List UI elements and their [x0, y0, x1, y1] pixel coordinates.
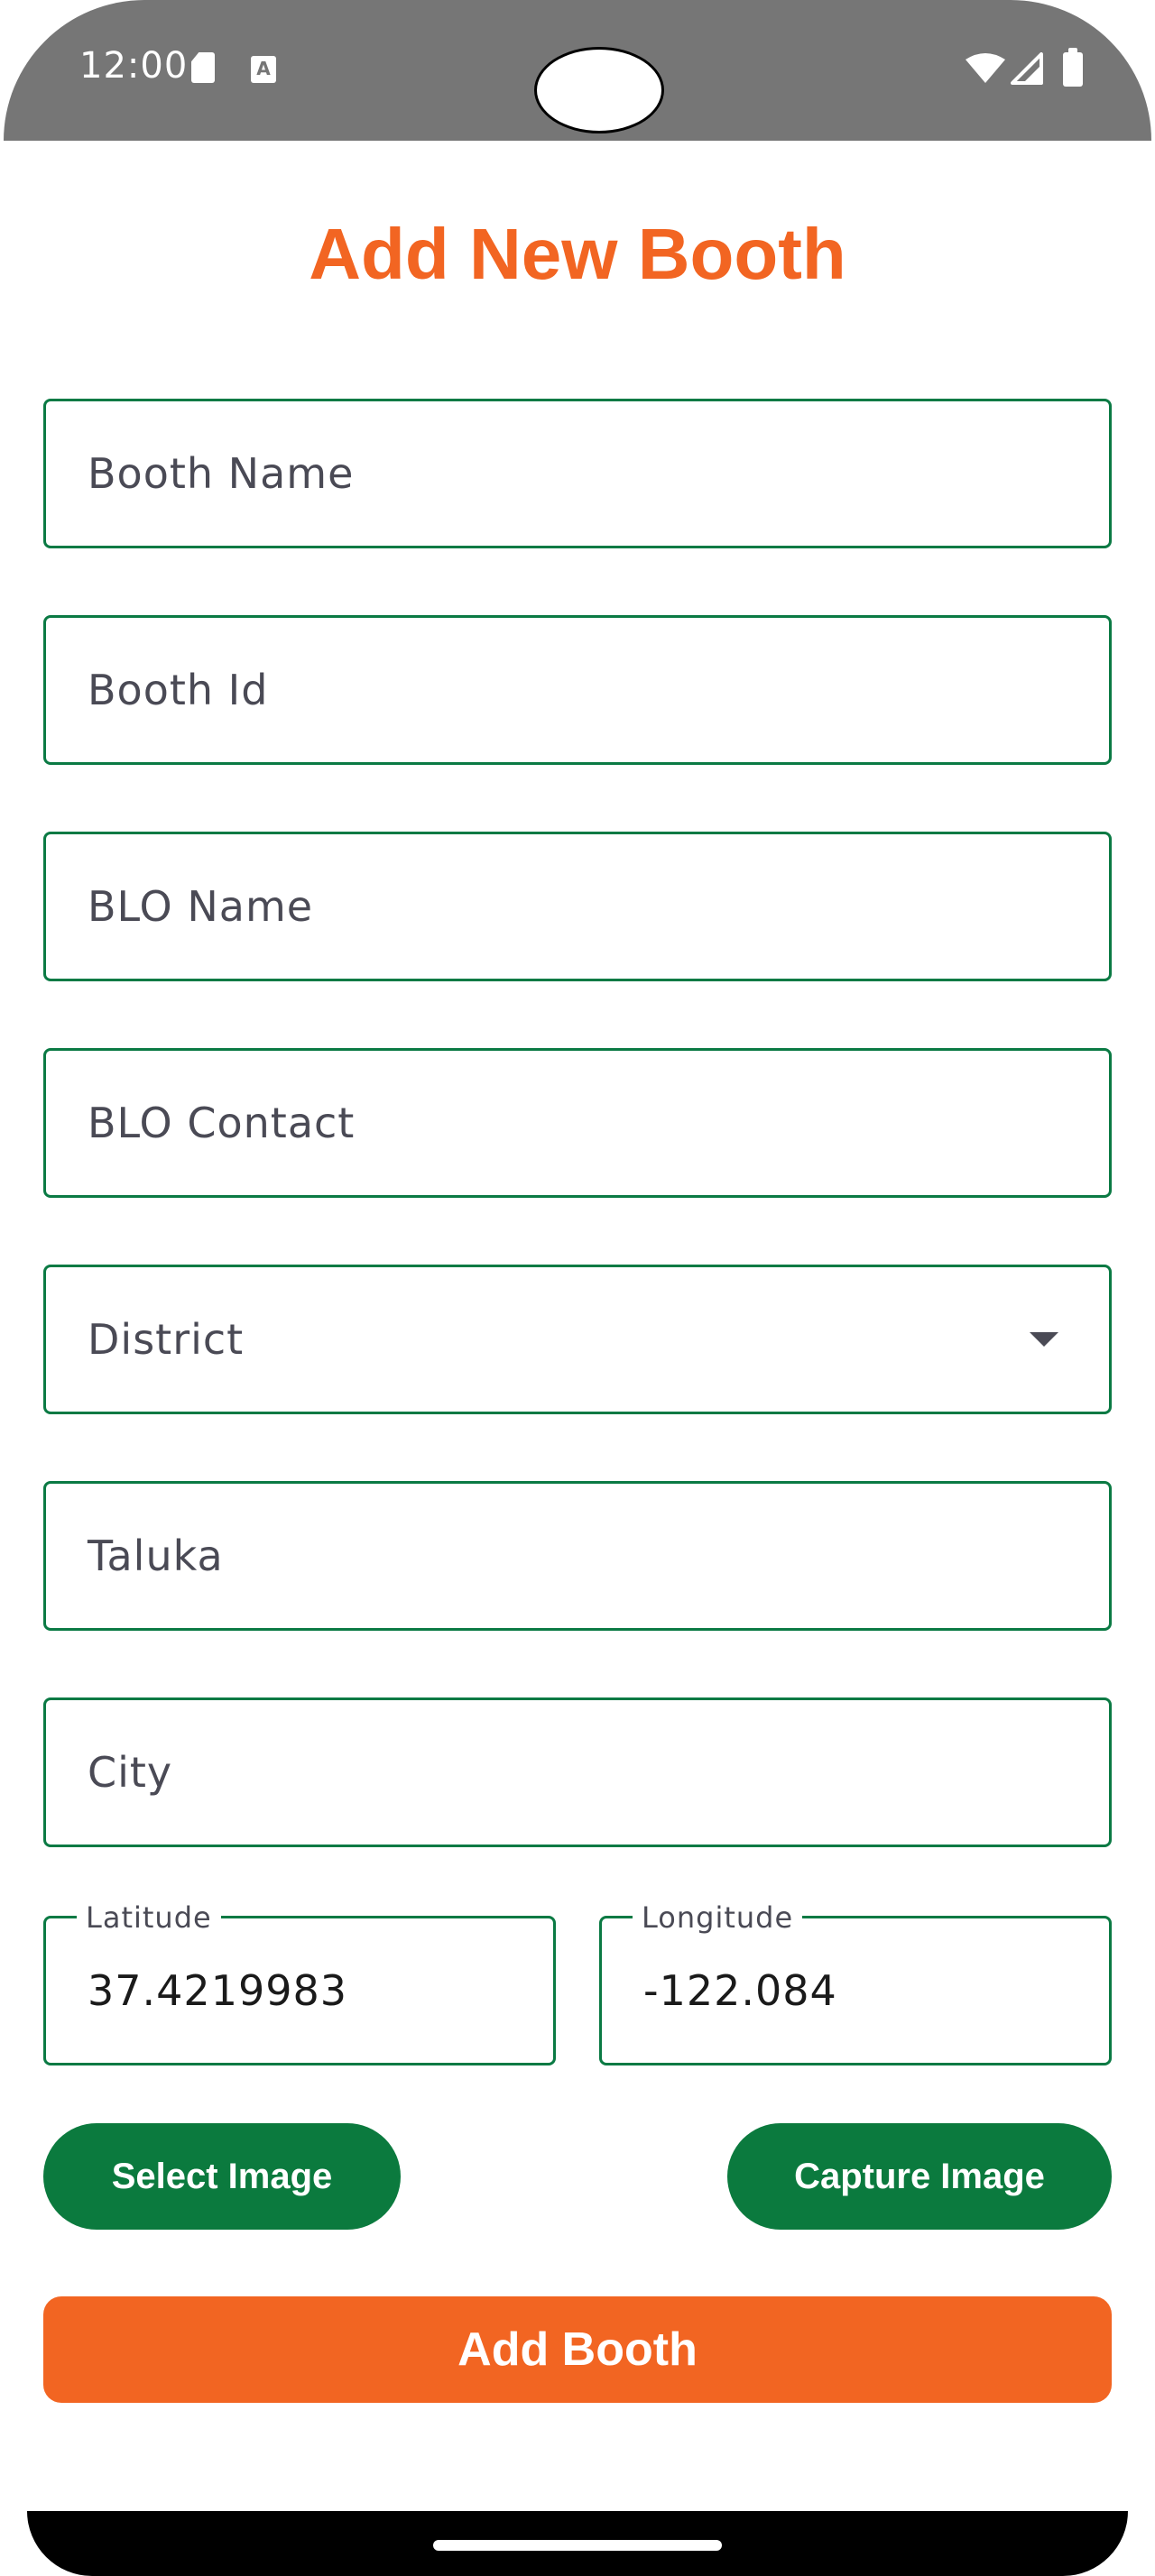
latitude-label: Latitude — [77, 1900, 221, 1935]
latitude-value: 37.4219983 — [88, 1966, 348, 2015]
page-title: Add New Booth — [309, 214, 846, 294]
add-booth-button[interactable]: Add Booth — [43, 2296, 1112, 2403]
dropdown-arrow-icon[interactable] — [1030, 1332, 1058, 1347]
longitude-label: Longitude — [633, 1900, 803, 1935]
keyboard-a-icon: A — [251, 56, 276, 83]
booth-id-field[interactable]: Booth Id — [43, 615, 1112, 765]
taluka-field[interactable]: Taluka — [43, 1481, 1112, 1631]
city-placeholder: City — [88, 1748, 173, 1797]
longitude-value: -122.084 — [643, 1966, 837, 2015]
status-time: 12:00 — [79, 45, 189, 87]
taluka-placeholder: Taluka — [88, 1532, 224, 1580]
signal-icon — [1011, 52, 1043, 85]
latitude-field[interactable]: Latitude 37.4219983 — [43, 1900, 556, 2065]
sd-card-icon — [191, 52, 215, 83]
city-field[interactable]: City — [43, 1697, 1112, 1847]
booth-name-placeholder: Booth Name — [88, 449, 355, 498]
district-placeholder: District — [88, 1315, 245, 1364]
blo-contact-field[interactable]: BLO Contact — [43, 1048, 1112, 1198]
camera-cutout — [534, 47, 664, 133]
wifi-icon — [966, 53, 1005, 83]
blo-contact-placeholder: BLO Contact — [88, 1099, 356, 1147]
capture-image-button[interactable]: Capture Image — [727, 2123, 1112, 2230]
select-image-button[interactable]: Select Image — [43, 2123, 401, 2230]
blo-name-field[interactable]: BLO Name — [43, 832, 1112, 981]
battery-icon — [1063, 48, 1083, 87]
blo-name-placeholder: BLO Name — [88, 882, 314, 931]
district-dropdown[interactable]: District — [43, 1265, 1112, 1414]
home-indicator[interactable] — [433, 2540, 722, 2551]
booth-name-field[interactable]: Booth Name — [43, 399, 1112, 548]
booth-id-placeholder: Booth Id — [88, 666, 269, 714]
longitude-field[interactable]: Longitude -122.084 — [599, 1900, 1112, 2065]
